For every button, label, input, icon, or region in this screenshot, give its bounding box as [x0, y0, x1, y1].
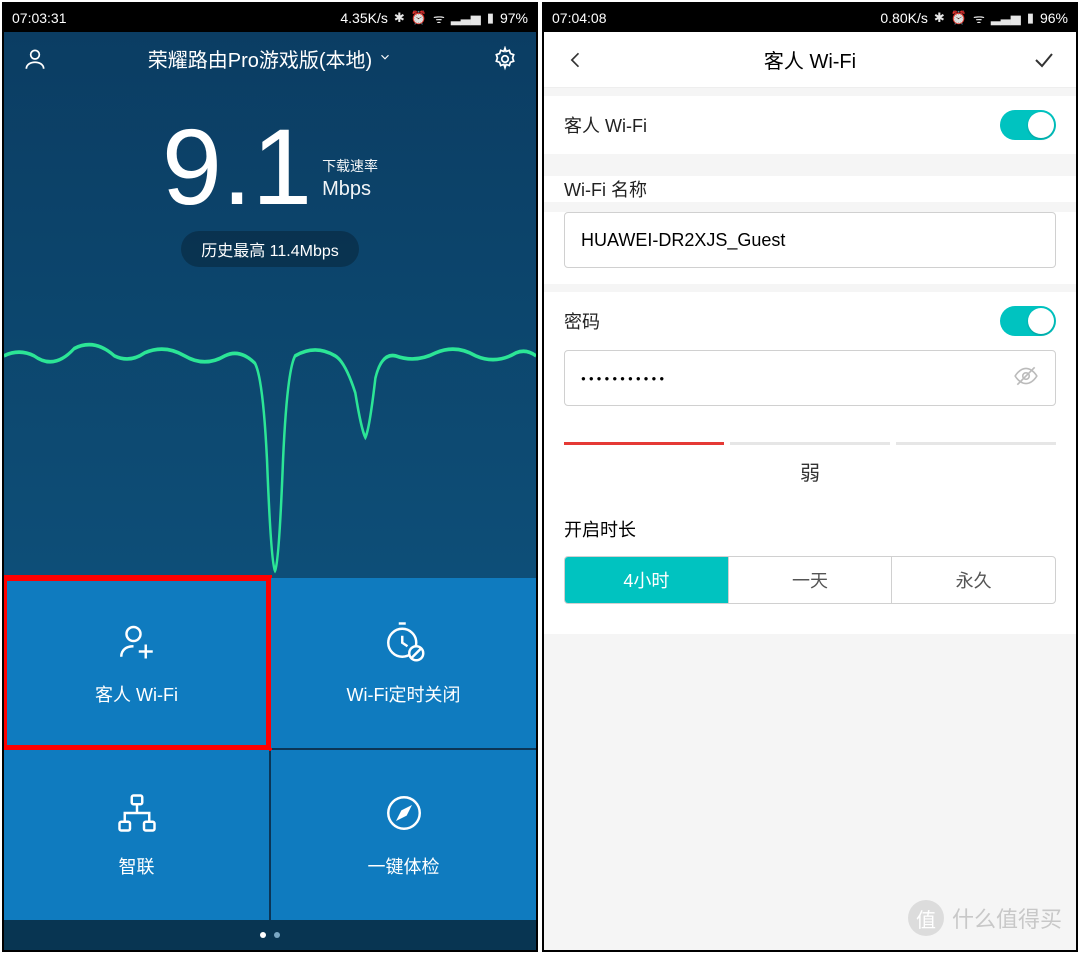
- eye-hide-icon[interactable]: [1013, 363, 1039, 394]
- titlebar: 客人 Wi-Fi: [544, 32, 1076, 88]
- guest-wifi-toggle-row: 客人 Wi-Fi: [564, 96, 1056, 154]
- strength-bar-strong: [896, 442, 1056, 445]
- download-speed-display: 9.1 下载速率 Mbps: [4, 113, 536, 221]
- chevron-down-icon: [378, 47, 392, 70]
- status-bar-left: 07:03:31 4.35K/s ✱ ⏰ ᯤ ▂▃▅ ▮ 97%: [4, 4, 536, 32]
- status-time: 07:03:31: [12, 10, 67, 26]
- wifi-icon: ᯤ: [433, 9, 445, 27]
- timer-icon: [382, 619, 426, 663]
- back-button[interactable]: [560, 50, 592, 70]
- status-battery: 97%: [500, 10, 528, 26]
- password-input[interactable]: ●●●●●●●●●●●: [564, 350, 1056, 406]
- tile-label: 客人 Wi-Fi: [95, 681, 178, 707]
- history-max-badge: 历史最高 11.4Mbps: [181, 231, 359, 267]
- signal-icon: ▂▃▅: [991, 10, 1021, 26]
- watermark-text: 什么值得买: [952, 902, 1062, 934]
- signal-icon: ▂▃▅: [451, 10, 481, 26]
- watermark-logo: 值: [908, 900, 944, 936]
- password-label: 密码: [564, 308, 600, 334]
- password-toggle[interactable]: [1000, 306, 1056, 336]
- password-row: 密码: [564, 292, 1056, 350]
- alarm-icon: ⏰: [411, 10, 427, 26]
- speed-value: 9.1: [162, 113, 312, 221]
- alarm-icon: ⏰: [951, 10, 967, 26]
- status-time: 07:04:08: [552, 10, 607, 26]
- watermark: 值 什么值得买: [908, 900, 1062, 936]
- tile-label: 一键体检: [368, 853, 440, 879]
- guest-wifi-toggle-label: 客人 Wi-Fi: [564, 112, 647, 138]
- battery-icon: ▮: [487, 10, 494, 26]
- guest-wifi-icon: [115, 619, 159, 663]
- duration-segmented: 4小时 一天 永久: [564, 556, 1056, 604]
- duration-label: 开启时长: [564, 516, 1056, 542]
- pager-dot: [260, 932, 266, 938]
- strength-label: 弱: [564, 457, 1056, 486]
- app-header: 荣耀路由Pro游戏版(本地): [4, 32, 536, 85]
- confirm-button[interactable]: [1028, 48, 1060, 72]
- ssid-input[interactable]: [564, 212, 1056, 268]
- bluetooth-icon: ✱: [934, 10, 945, 26]
- network-icon: [115, 791, 159, 835]
- password-strength: 弱: [544, 422, 1076, 506]
- tile-guest-wifi[interactable]: 客人 Wi-Fi: [4, 578, 269, 748]
- feature-tiles: 客人 Wi-Fi Wi-Fi定时关闭: [4, 578, 536, 920]
- duration-option-4h[interactable]: 4小时: [565, 557, 729, 603]
- status-rate: 0.80K/s: [880, 10, 927, 26]
- router-selector[interactable]: 荣耀路由Pro游戏版(本地): [48, 44, 492, 73]
- tile-hilink[interactable]: 智联: [4, 750, 269, 920]
- speed-label: 下载速率: [322, 156, 378, 176]
- strength-bar-mid: [730, 442, 890, 445]
- strength-bar-weak: [564, 442, 724, 445]
- password-masked: ●●●●●●●●●●●: [581, 374, 667, 383]
- status-bar-right: 07:04:08 0.80K/s ✱ ⏰ ᯤ ▂▃▅ ▮ 96%: [544, 4, 1076, 32]
- battery-icon: ▮: [1027, 10, 1034, 26]
- page-title: 客人 Wi-Fi: [592, 45, 1028, 74]
- compass-icon: [382, 791, 426, 835]
- guest-wifi-toggle[interactable]: [1000, 110, 1056, 140]
- profile-icon[interactable]: [22, 46, 48, 72]
- ssid-input-field[interactable]: [581, 230, 1039, 251]
- tile-label: Wi-Fi定时关闭: [347, 681, 461, 707]
- tile-health-check[interactable]: 一键体检: [271, 750, 536, 920]
- bluetooth-icon: ✱: [394, 10, 405, 26]
- speed-chart: [4, 267, 536, 578]
- page-indicator: [4, 920, 536, 950]
- settings-icon[interactable]: [492, 46, 518, 72]
- header-title-text: 荣耀路由Pro游戏版(本地): [148, 44, 372, 73]
- tile-label: 智联: [119, 853, 155, 879]
- duration-option-1d[interactable]: 一天: [729, 557, 893, 603]
- pager-dot: [274, 932, 280, 938]
- wifi-icon: ᯤ: [973, 9, 985, 27]
- tile-wifi-timer[interactable]: Wi-Fi定时关闭: [271, 578, 536, 748]
- speed-unit: Mbps: [322, 178, 378, 201]
- status-rate: 4.35K/s: [340, 10, 387, 26]
- status-battery: 96%: [1040, 10, 1068, 26]
- ssid-label: Wi-Fi 名称: [544, 176, 1076, 202]
- duration-option-forever[interactable]: 永久: [892, 557, 1055, 603]
